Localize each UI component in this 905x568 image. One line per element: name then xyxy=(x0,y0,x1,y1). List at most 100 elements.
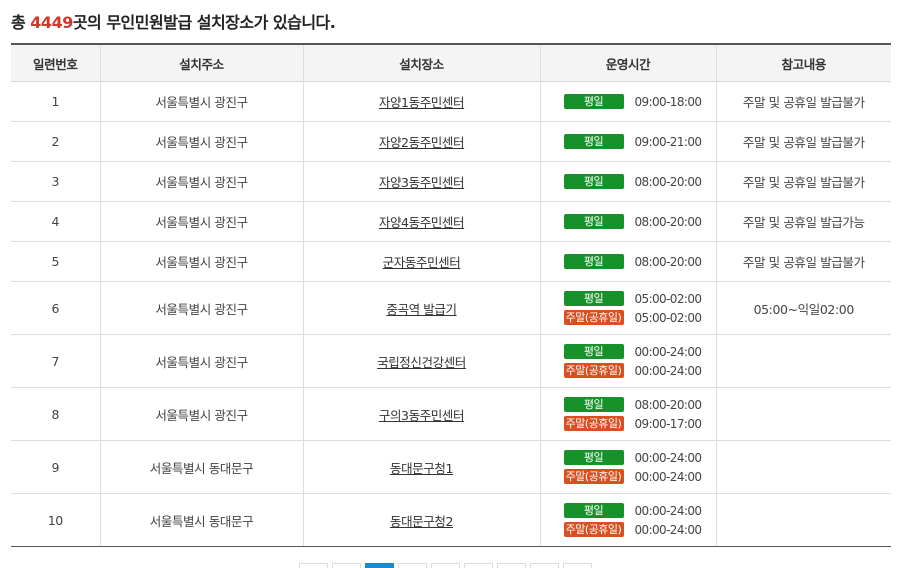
weekday-badge: 평일 xyxy=(563,344,624,359)
place-link[interactable]: 군자동주민센터 xyxy=(383,255,461,270)
serial-number-cell: 1 xyxy=(11,81,101,122)
operating-time: 00:00-24:00 xyxy=(634,363,703,378)
serial-number-cell: 3 xyxy=(11,161,101,202)
place-cell: 동대문구청1 xyxy=(303,440,541,494)
place-link[interactable]: 구의3동주민센터 xyxy=(379,408,465,423)
note-cell xyxy=(716,440,891,494)
place-link[interactable]: 자양3동주민센터 xyxy=(379,175,465,190)
table-row: 3 서울특별시 광진구 자양3동주민센터 평일 08:00-20:00 주말 및 공휴일 … xyxy=(11,161,891,202)
serial-number-cell: 6 xyxy=(11,281,101,335)
page-button[interactable] xyxy=(563,563,592,568)
summary-prefix: 총 xyxy=(11,13,31,32)
page-button[interactable] xyxy=(431,563,460,568)
operating-time: 09:00-18:00 xyxy=(634,94,703,109)
operating-time: 00:00-24:00 xyxy=(634,469,703,484)
place-cell: 동대문구청2 xyxy=(303,493,541,547)
hours-line: 평일 08:00-20:00 xyxy=(541,252,716,271)
place-cell: 자양3동주민센터 xyxy=(303,161,541,202)
place-cell: 중곡역 발급기 xyxy=(303,281,541,335)
hours-cell: 평일 00:00-24:00 주말(공휴일) 00:00-24:00 xyxy=(540,334,717,388)
hours-line: 평일 08:00-20:00 xyxy=(541,212,716,231)
kiosk-list-page: 총 4449곳의 무인민원발급 설치장소가 있습니다. 일련번호 설치주소 설치… xyxy=(0,0,905,568)
serial-number-cell: 5 xyxy=(11,241,101,282)
operating-time: 05:00-02:00 xyxy=(634,291,703,306)
note-cell xyxy=(716,334,891,388)
weekday-badge: 평일 xyxy=(563,254,624,269)
weekday-badge: 평일 xyxy=(563,397,624,412)
page-button[interactable] xyxy=(299,563,328,568)
weekday-badge: 평일 xyxy=(563,503,624,518)
hours-cell: 평일 08:00-20:00 xyxy=(540,161,717,202)
address-cell: 서울특별시 동대문구 xyxy=(100,440,304,494)
address-cell: 서울특별시 광진구 xyxy=(100,121,304,162)
serial-number-cell: 7 xyxy=(11,334,101,388)
place-link[interactable]: 동대문구청2 xyxy=(390,514,453,529)
note-cell: 주말 및 공휴일 발급불가 xyxy=(716,241,891,282)
address-cell: 서울특별시 광진구 xyxy=(100,241,304,282)
hours-cell: 평일 08:00-20:00 xyxy=(540,241,717,282)
place-link[interactable]: 동대문구청1 xyxy=(390,461,453,476)
serial-number-cell: 10 xyxy=(11,493,101,547)
summary-suffix: 곳의 무인민원발급 설치장소가 있습니다. xyxy=(72,13,336,32)
page-button[interactable] xyxy=(398,563,427,568)
hours-line: 평일 00:00-24:00 xyxy=(541,342,716,361)
table-header-row: 일련번호 설치주소 설치장소 운영시간 참고내용 xyxy=(11,43,891,82)
weekday-badge: 평일 xyxy=(563,214,624,229)
header-hours: 운영시간 xyxy=(540,43,717,82)
place-cell: 구의3동주민센터 xyxy=(303,387,541,441)
weekday-badge: 평일 xyxy=(563,174,624,189)
address-cell: 서울특별시 광진구 xyxy=(100,161,304,202)
place-cell: 군자동주민센터 xyxy=(303,241,541,282)
holiday-badge: 주말(공휴일) xyxy=(563,310,624,325)
hours-cell: 평일 09:00-18:00 xyxy=(540,81,717,122)
place-cell: 자양2동주민센터 xyxy=(303,121,541,162)
note-cell xyxy=(716,387,891,441)
serial-number-cell: 4 xyxy=(11,201,101,242)
page-button[interactable] xyxy=(464,563,493,568)
place-link[interactable]: 중곡역 발급기 xyxy=(386,302,457,317)
page-button[interactable] xyxy=(530,563,559,568)
table-row: 5 서울특별시 광진구 군자동주민센터 평일 08:00-20:00 주말 및 공휴일 발… xyxy=(11,241,891,282)
serial-number-cell: 2 xyxy=(11,121,101,162)
page-button[interactable] xyxy=(332,563,361,568)
hours-line: 평일 08:00-20:00 xyxy=(541,172,716,191)
kiosk-table: 일련번호 설치주소 설치장소 운영시간 참고내용 1 서울특별시 광진구 자양1동주… xyxy=(11,43,891,547)
pagination xyxy=(299,563,592,568)
place-link[interactable]: 국립정신건강센터 xyxy=(377,355,466,370)
place-link[interactable]: 자양4동주민센터 xyxy=(379,215,465,230)
serial-number-cell: 9 xyxy=(11,440,101,494)
table-row: 9 서울특별시 동대문구 동대문구청1 평일 00:00-24:00 주말(공휴일) 00:… xyxy=(11,440,891,494)
address-cell: 서울특별시 광진구 xyxy=(100,81,304,122)
header-serial-number: 일련번호 xyxy=(11,43,101,82)
note-cell xyxy=(716,493,891,547)
table-row: 1 서울특별시 광진구 자양1동주민센터 평일 09:00-18:00 주말 및 공휴일 … xyxy=(11,81,891,122)
hours-cell: 평일 00:00-24:00 주말(공휴일) 00:00-24:00 xyxy=(540,493,717,547)
weekday-badge: 평일 xyxy=(563,291,624,306)
place-link[interactable]: 자양1동주민센터 xyxy=(379,95,465,110)
note-cell: 05:00~익일02:00 xyxy=(716,281,891,335)
header-place: 설치장소 xyxy=(303,43,541,82)
table-row: 8 서울특별시 광진구 구의3동주민센터 평일 08:00-20:00 주말(공휴일) 09… xyxy=(11,387,891,441)
table-row: 4 서울특별시 광진구 자양4동주민센터 평일 08:00-20:00 주말 및 공휴일 … xyxy=(11,201,891,242)
holiday-badge: 주말(공휴일) xyxy=(563,416,624,431)
address-cell: 서울특별시 광진구 xyxy=(100,281,304,335)
address-cell: 서울특별시 동대문구 xyxy=(100,493,304,547)
operating-time: 09:00-21:00 xyxy=(634,134,703,149)
place-cell: 자양4동주민센터 xyxy=(303,201,541,242)
hours-line: 주말(공휴일) 00:00-24:00 xyxy=(541,467,716,486)
operating-time: 08:00-20:00 xyxy=(634,214,703,229)
weekday-badge: 평일 xyxy=(563,94,624,109)
operating-time: 08:00-20:00 xyxy=(634,397,703,412)
hours-line: 주말(공휴일) 00:00-24:00 xyxy=(541,520,716,539)
hours-cell: 평일 09:00-21:00 xyxy=(540,121,717,162)
page-button[interactable] xyxy=(497,563,526,568)
operating-time: 08:00-20:00 xyxy=(634,254,703,269)
address-cell: 서울특별시 광진구 xyxy=(100,387,304,441)
page-button[interactable] xyxy=(365,563,394,568)
operating-time: 09:00-17:00 xyxy=(634,416,703,431)
hours-line: 평일 08:00-20:00 xyxy=(541,395,716,414)
place-link[interactable]: 자양2동주민센터 xyxy=(379,135,465,150)
serial-number-cell: 8 xyxy=(11,387,101,441)
table-row: 2 서울특별시 광진구 자양2동주민센터 평일 09:00-21:00 주말 및 공휴일 … xyxy=(11,121,891,162)
hours-line: 평일 00:00-24:00 xyxy=(541,448,716,467)
